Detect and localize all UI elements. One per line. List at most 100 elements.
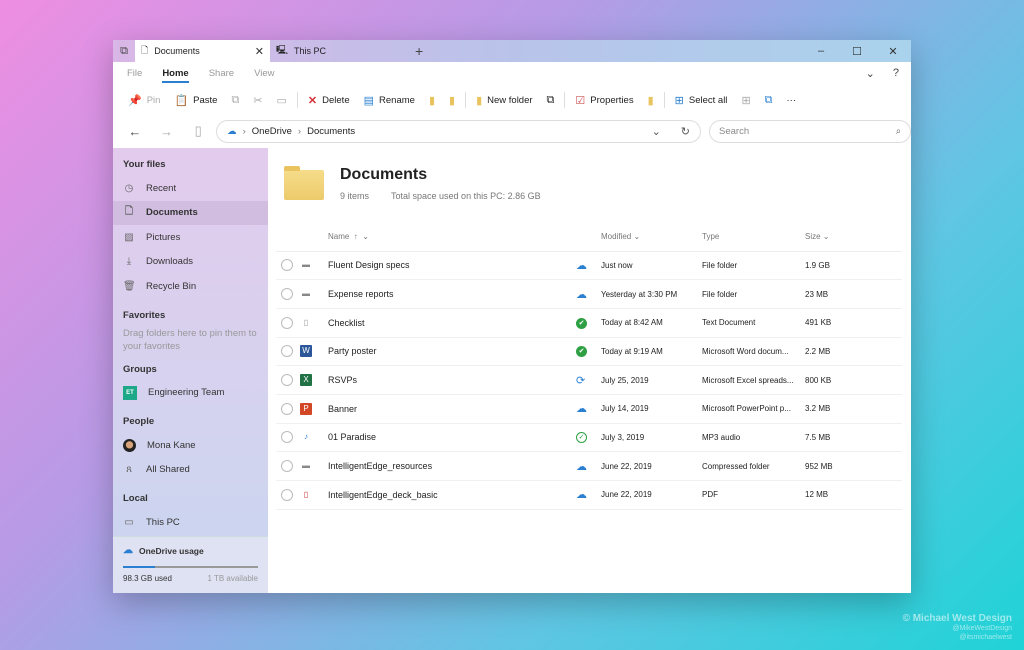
invert-selection-button[interactable]: ⧉ — [758, 84, 780, 116]
file-name[interactable]: Fluent Design specs — [328, 251, 576, 281]
column-header-size[interactable]: Size ⌄ — [805, 222, 902, 252]
credit: © Michael West Design @MikeWestDesign @its… — [903, 614, 1012, 642]
file-name[interactable]: IntelligentEdge_resources — [328, 451, 576, 481]
row-select-radio[interactable] — [281, 316, 293, 329]
row-select-radio[interactable] — [281, 374, 293, 387]
sidebar-item-downloads[interactable]: ⤓ Downloads — [113, 250, 268, 275]
computer-icon: ▭ — [124, 516, 134, 528]
file-name[interactable]: Party poster — [328, 337, 576, 367]
divider — [465, 92, 467, 108]
sidebar-item-label: Documents — [146, 207, 198, 219]
sidebar: Your files ◷ Recent 🗋 Documents ▨ Pictures … — [113, 148, 268, 593]
copy-button[interactable]: ⧉ — [224, 84, 246, 116]
file-name[interactable]: 01 Paradise — [328, 423, 576, 453]
onedrive-usage-panel[interactable]: ☁ OneDrive usage 98.3 GB used 1 TB availab… — [113, 536, 268, 593]
search-input[interactable]: Search ⌕ — [709, 119, 911, 143]
sidebar-item-label: Recent — [146, 182, 177, 194]
device-icon[interactable]: ▯ — [184, 123, 212, 139]
sidebar-item-engineering-team[interactable]: ET Engineering Team — [113, 381, 268, 406]
row-select-radio[interactable] — [281, 345, 293, 358]
minimize-button[interactable]: – — [803, 40, 839, 62]
table-row[interactable]: ▯ IntelligentEdge_deck_basic ☁ June 22, … — [276, 480, 902, 510]
column-header-modified[interactable]: Modified ⌄ — [601, 222, 702, 252]
new-folder-button[interactable]: ▮ New folder — [469, 84, 539, 116]
open-button[interactable]: ▮ — [641, 84, 661, 116]
divider — [296, 92, 298, 108]
row-select-radio[interactable] — [281, 488, 293, 501]
menu-view[interactable]: View — [254, 68, 274, 79]
more-button[interactable]: ··· — [780, 84, 804, 116]
back-arrow-icon[interactable]: ← — [121, 124, 149, 139]
menu-home[interactable]: Home — [162, 68, 190, 83]
table-row[interactable]: ♪ 01 Paradise ✓ July 3, 2019 MP3 audio 7… — [276, 423, 902, 453]
file-name[interactable]: RSVPs — [328, 365, 576, 395]
cloud-status-icon: ☁ — [576, 251, 601, 281]
tab-documents[interactable]: 🗋 Documents ✕ — [135, 40, 270, 62]
delete-button[interactable]: ✕ Delete — [301, 84, 357, 116]
menu-file[interactable]: File — [127, 68, 142, 79]
new-item-button[interactable]: ⧉ — [540, 84, 562, 116]
paste-button[interactable]: 📋 Paste — [167, 84, 224, 116]
properties-button[interactable]: ☑ Properties — [568, 84, 640, 116]
download-icon: ⤓ — [126, 256, 132, 268]
tab-this-pc[interactable]: 🖳 This PC — [270, 40, 405, 62]
breadcrumb-onedrive[interactable]: OneDrive — [252, 126, 292, 137]
excel-file-icon: X — [300, 374, 312, 387]
file-name[interactable]: IntelligentEdge_deck_basic — [328, 480, 576, 510]
sidebar-item-documents[interactable]: 🗋 Documents — [113, 200, 268, 225]
move-to-button[interactable]: ▮ — [422, 84, 442, 116]
copy-to-button[interactable]: ▮ — [442, 84, 462, 116]
pin-button[interactable]: 📌 Pin — [121, 84, 167, 116]
table-row[interactable]: ▬ Fluent Design specs ☁ Just now File fo… — [276, 251, 902, 281]
select-all-button[interactable]: ⊞ Select all — [668, 84, 735, 116]
refresh-icon[interactable]: ↻ — [681, 125, 690, 138]
column-header-type[interactable]: Type — [702, 222, 805, 252]
sort-ascending-icon: ↑ — [353, 231, 358, 241]
sidebar-item-label: This PC — [146, 516, 180, 528]
sidebar-item-this-pc[interactable]: ▭ This PC — [113, 510, 268, 535]
breadcrumb-documents[interactable]: Documents — [307, 126, 355, 137]
row-select-radio[interactable] — [281, 288, 293, 301]
sidebar-item-mona-kane[interactable]: Mona Kane — [113, 433, 268, 458]
tab-overview-icon[interactable]: ⧉ — [113, 40, 135, 62]
sidebar-item-recent[interactable]: ◷ Recent — [113, 176, 268, 201]
select-none-icon: ⊞ — [741, 94, 751, 107]
row-select-radio[interactable] — [281, 460, 293, 473]
table-row[interactable]: ▬ IntelligentEdge_resources ☁ June 22, 2… — [276, 451, 902, 481]
row-select-radio[interactable] — [281, 402, 293, 415]
sidebar-item-recycle-bin[interactable]: 🗑 Recycle Bin — [113, 274, 268, 299]
file-name[interactable]: Banner — [328, 394, 576, 424]
sidebar-item-all-shared[interactable]: ጸ All Shared — [113, 458, 268, 483]
table-row[interactable]: ▯ Checklist ✔ Today at 8:42 AM Text Docu… — [276, 308, 902, 338]
new-tab-button[interactable]: + — [405, 40, 433, 62]
maximize-button[interactable]: ☐ — [839, 40, 875, 62]
table-row[interactable]: W Party poster ✔ Today at 9:19 AM Micros… — [276, 337, 902, 367]
file-name[interactable]: Checklist — [328, 308, 576, 338]
address-bar[interactable]: ☁ › OneDrive › Documents ⌄ ↻ — [216, 119, 702, 143]
collapse-ribbon-icon[interactable]: ⌄ — [866, 67, 875, 80]
menu-share[interactable]: Share — [209, 68, 234, 79]
row-select-radio[interactable] — [281, 431, 293, 444]
select-none-button[interactable]: ⊞ — [734, 84, 757, 116]
file-modified: Just now — [601, 251, 702, 281]
sidebar-item-pictures[interactable]: ▨ Pictures — [113, 225, 268, 250]
copy-to-icon: ▮ — [449, 94, 456, 107]
copy-path-button[interactable]: ▭ — [270, 84, 294, 116]
zip-file-icon: ▬ — [302, 461, 310, 471]
close-tab-icon[interactable]: ✕ — [255, 45, 264, 58]
forward-arrow-icon[interactable]: → — [153, 124, 181, 139]
file-name[interactable]: Expense reports — [328, 279, 576, 309]
column-header-name[interactable]: Name ↑ ⌄ — [328, 222, 576, 252]
item-count: 9 items — [340, 191, 370, 201]
close-button[interactable]: ✕ — [875, 40, 911, 62]
row-select-radio[interactable] — [281, 259, 293, 272]
rename-button[interactable]: ▤ Rename — [357, 84, 422, 116]
table-row[interactable]: P Banner ☁ July 14, 2019 Microsoft Power… — [276, 394, 902, 424]
history-dropdown-icon[interactable]: ⌄ — [652, 125, 661, 138]
syncing-status-icon: ⟳ — [576, 365, 601, 395]
table-row[interactable]: ▬ Expense reports ☁ Yesterday at 3:30 PM… — [276, 279, 902, 309]
help-icon[interactable]: ? — [893, 67, 899, 80]
file-size: 2.2 MB — [805, 337, 902, 367]
table-row[interactable]: X RSVPs ⟳ July 25, 2019 Microsoft Excel … — [276, 365, 902, 395]
cut-button[interactable]: ✂ — [246, 84, 269, 116]
